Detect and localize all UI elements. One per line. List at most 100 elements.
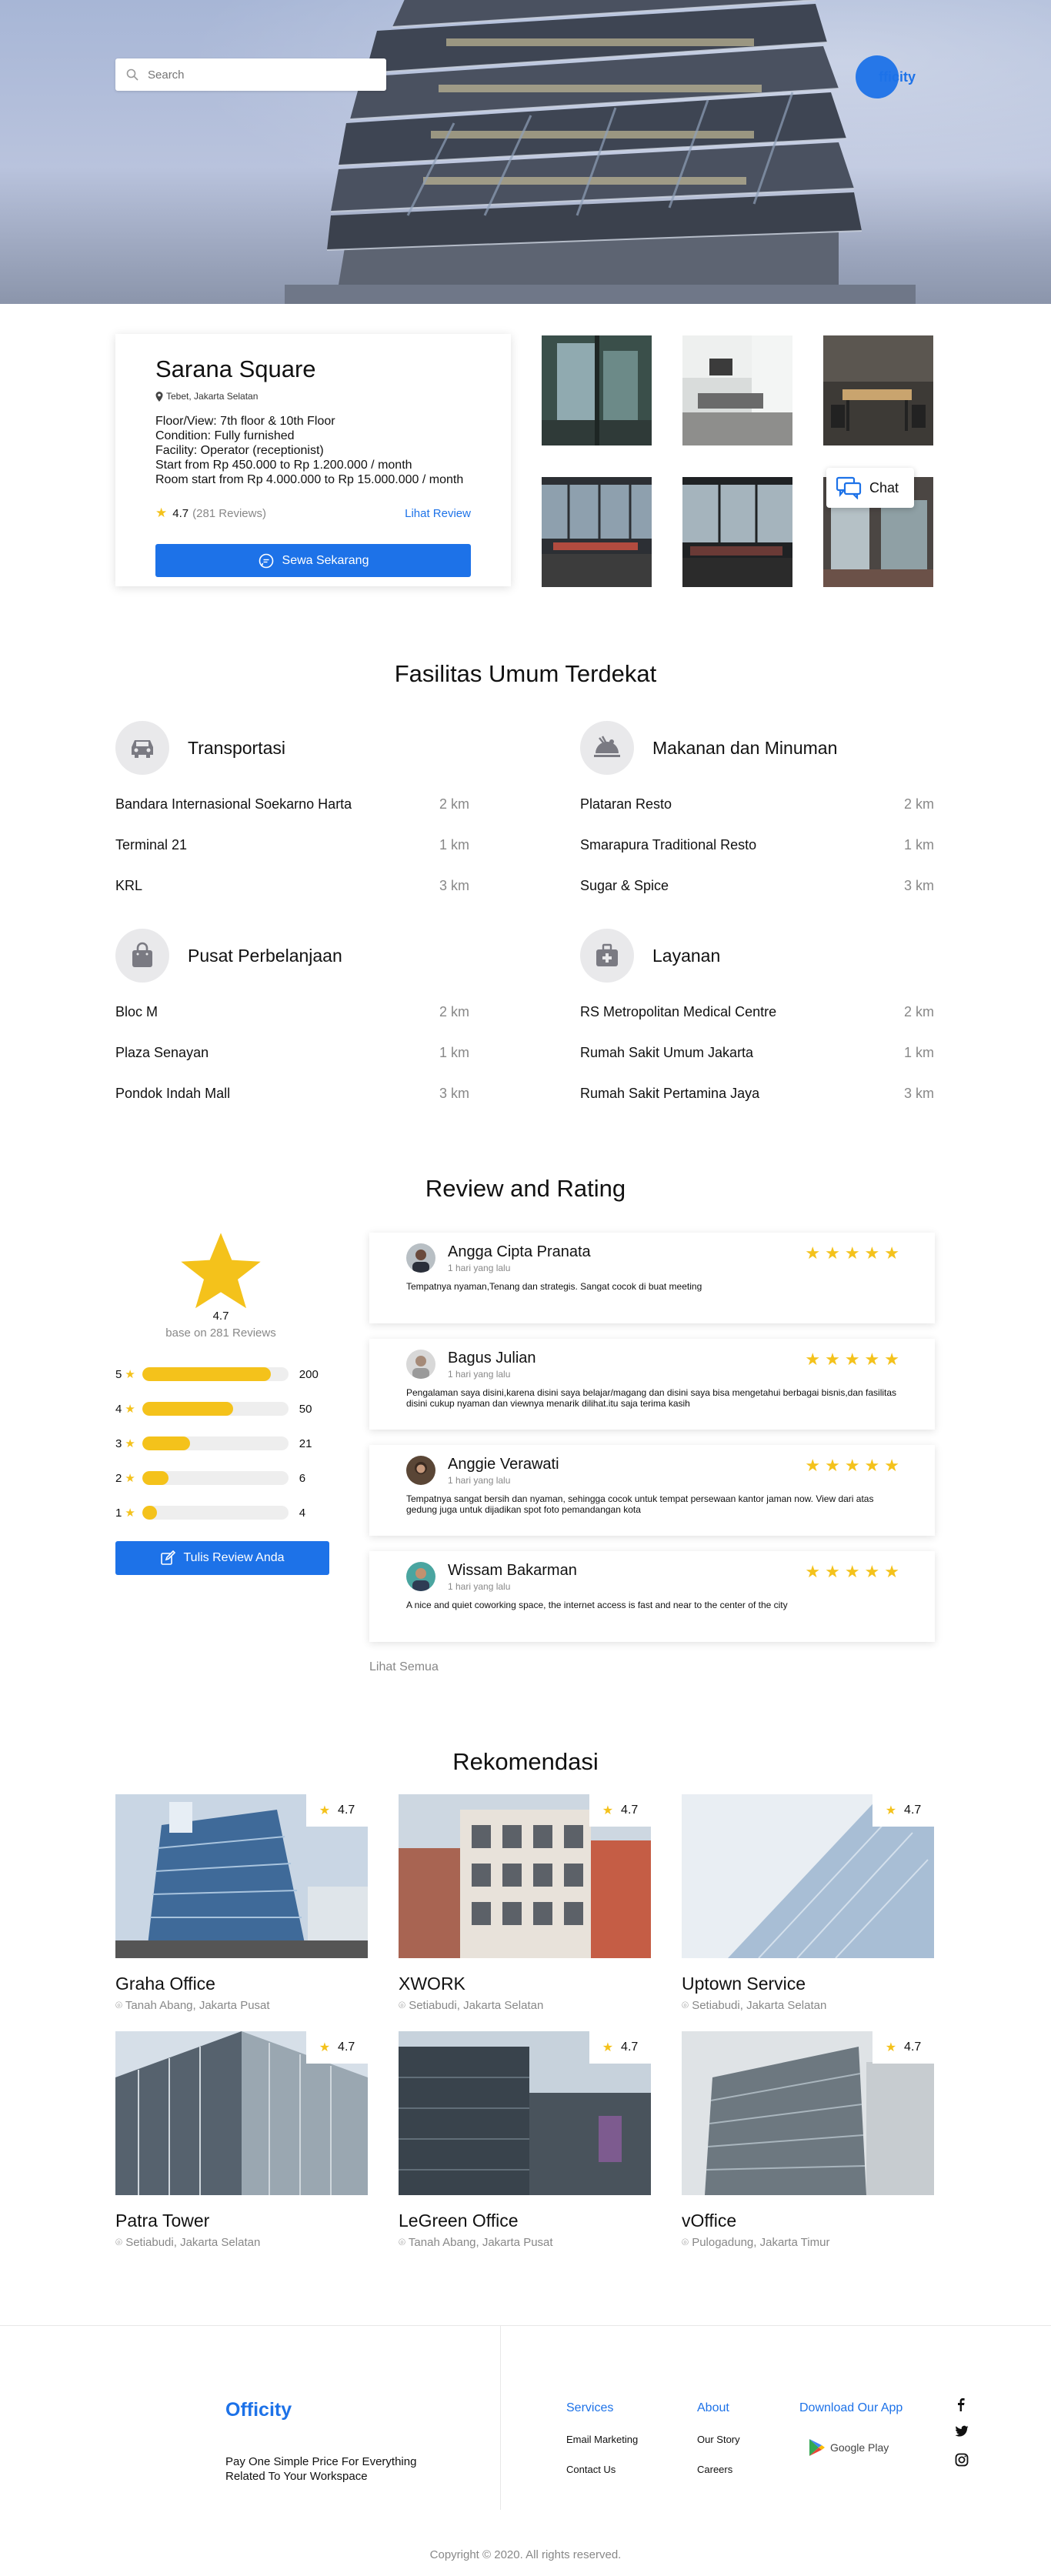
gallery-photo[interactable] (542, 477, 652, 587)
rating-bar-fill (142, 1402, 233, 1416)
brand-logo[interactable]: fficity (856, 55, 916, 98)
recommendation-card[interactable]: ★ 4.7 Patra Tower ⌾ Setiabudi, Jakarta Se… (115, 2031, 368, 2249)
facility-group-services: Layanan RS Metropolitan Medical Centre 2 … (580, 929, 934, 1102)
location-pin-icon: ⌾ (399, 1999, 406, 2012)
average-rating: 4.7 (212, 1310, 229, 1323)
shopping-bag-icon (115, 929, 169, 983)
recommendation-address: ⌾ Setiabudi, Jakarta Selatan (682, 1999, 827, 2012)
google-play-icon (809, 2439, 825, 2456)
detail-line: Start from Rp 450.000 to Rp 1.200.000 / … (155, 459, 412, 472)
recommendation-name: Uptown Service (682, 1974, 806, 1994)
rating-bar-row: 4 ★ 50 (115, 1402, 312, 1416)
gallery-photo[interactable] (682, 335, 792, 445)
reviewer-name: Bagus Julian (448, 1350, 536, 1366)
facility-item: Plaza Senayan 1 km (115, 1045, 469, 1060)
reviewer-name: Anggie Verawati (448, 1456, 559, 1473)
review-card: Anggie Verawati 1 hari yang lalu ★★★★★ Te… (369, 1445, 935, 1536)
rating-bar-row: 1 ★ 4 (115, 1506, 306, 1520)
footer-logo[interactable]: Officity (225, 2399, 292, 2421)
view-review-link[interactable]: Lihat Review (405, 507, 471, 520)
review-text: Tempatnya nyaman,Tenang dan strategis. S… (406, 1281, 702, 1292)
review-card: Wissam Bakarman 1 hari yang lalu ★★★★★ A … (369, 1551, 935, 1642)
footer-link[interactable]: Contact Us (566, 2464, 638, 2475)
avatar (406, 1350, 435, 1379)
chat-icon (836, 476, 862, 499)
rating-base: base on 281 Reviews (165, 1326, 276, 1340)
rating-badge: ★ 4.7 (589, 1794, 651, 1827)
footer-link[interactable]: Our Story (697, 2434, 740, 2445)
hero-banner: fficity (0, 0, 1051, 304)
facility-item: Bandara Internasional Soekarno Harta 2 km (115, 796, 469, 812)
location-pin-icon: ⌾ (682, 2236, 689, 2249)
rating-badge: ★ 4.7 (872, 1794, 934, 1827)
rating-bar (142, 1506, 289, 1520)
rating-bar (142, 1471, 289, 1485)
facility-group-food: Makanan dan Minuman Plataran Resto 2 km S… (580, 721, 934, 894)
gallery-photo[interactable] (682, 477, 792, 587)
google-play-button[interactable]: Google Play (809, 2438, 903, 2457)
google-play-label: Google Play (830, 2441, 889, 2454)
footer-services: Services Email Marketing Contact Us (566, 2401, 638, 2475)
reviewer-name: Angga Cipta Pranata (448, 1243, 591, 1260)
review-time: 1 hari yang lalu (448, 1581, 511, 1592)
rating-bar-fill (142, 1471, 168, 1485)
recommendation-card[interactable]: ★ 4.7 vOffice ⌾ Pulogadung, Jakarta Timur (682, 2031, 934, 2249)
facebook-icon[interactable] (955, 2397, 967, 2415)
search-bar[interactable] (115, 58, 386, 91)
review-card: Bagus Julian 1 hari yang lalu ★★★★★ Penga… (369, 1339, 935, 1430)
review-text: A nice and quiet coworking space, the in… (406, 1600, 788, 1610)
recommendation-photo: ★ 4.7 (682, 1794, 934, 1958)
rating-bar (142, 1367, 289, 1381)
review-time: 1 hari yang lalu (448, 1263, 511, 1273)
recommendation-card[interactable]: ★ 4.7 LeGreen Office ⌾ Tanah Abang, Jakar… (399, 2031, 651, 2249)
search-input[interactable] (148, 68, 363, 82)
search-icon (126, 68, 138, 81)
review-time: 1 hari yang lalu (448, 1475, 511, 1486)
recommendation-photo: ★ 4.7 (399, 2031, 651, 2195)
twitter-icon[interactable] (955, 2425, 969, 2441)
recommendation-card[interactable]: ★ 4.7 Graha Office ⌾ Tanah Abang, Jakarta… (115, 1794, 368, 2012)
footer-link[interactable]: Email Marketing (566, 2434, 638, 2445)
write-review-button[interactable]: Tulis Review Anda (115, 1541, 329, 1575)
property-rating: ★ 4.7 (281 Reviews) Lihat Review (155, 506, 471, 521)
gallery-photo[interactable] (823, 335, 933, 445)
detail-line: Condition: Fully furnished (155, 429, 295, 442)
footer-app-title: Download Our App (799, 2401, 903, 2414)
footer-vertical-divider (500, 2325, 501, 2510)
detail-line: Floor/View: 7th floor & 10th Floor (155, 415, 335, 428)
recommendation-address: ⌾ Pulogadung, Jakarta Timur (682, 2236, 830, 2249)
location-pin-icon: ⌾ (399, 2236, 406, 2249)
footer-divider (0, 2325, 1051, 2326)
chat-button[interactable]: Chat (826, 468, 914, 508)
big-star-icon (181, 1233, 261, 1309)
rent-now-button[interactable]: Sewa Sekarang (155, 544, 471, 577)
footer-tagline: Pay One Simple Price For Everything Rela… (225, 2455, 417, 2483)
recommendation-photo: ★ 4.7 (115, 1794, 368, 1958)
star-icon: ★ (885, 2041, 897, 2054)
rating-bar-fill (142, 1506, 157, 1520)
hero-building-image (285, 0, 916, 304)
star-icon: ★ (125, 1472, 135, 1485)
facility-item: Sugar & Spice 3 km (580, 878, 934, 893)
see-all-reviews-link[interactable]: Lihat Semua (369, 1660, 439, 1674)
rating-bar (142, 1436, 289, 1450)
gallery-photo[interactable] (542, 335, 652, 445)
rating-badge: ★ 4.7 (589, 2031, 651, 2064)
recommendation-photo: ★ 4.7 (682, 2031, 934, 2195)
star-icon: ★ (125, 1403, 135, 1416)
property-card: Sarana Square Tebet, Jakarta Selatan Flo… (115, 334, 511, 586)
recommendation-card[interactable]: ★ 4.7 Uptown Service ⌾ Setiabudi, Jakarta… (682, 1794, 934, 2012)
facility-item: Plataran Resto 2 km (580, 796, 934, 812)
recommendation-card[interactable]: ★ 4.7 XWORK ⌾ Setiabudi, Jakarta Selatan (399, 1794, 651, 2012)
write-review-label: Tulis Review Anda (183, 1551, 285, 1564)
footer-link[interactable]: Careers (697, 2464, 740, 2475)
facility-item: Pondok Indah Mall 3 km (115, 1086, 469, 1101)
star-icon: ★ (125, 1437, 135, 1450)
footer-app: Download Our App Google Play (799, 2401, 903, 2457)
review-card: Angga Cipta Pranata 1 hari yang lalu ★★★★… (369, 1233, 935, 1323)
medical-kit-icon (580, 929, 634, 983)
location-pin-icon: ⌾ (115, 1999, 123, 2012)
instagram-icon[interactable] (955, 2453, 969, 2471)
review-text: Pengalaman saya disini,karena disini say… (406, 1387, 897, 1409)
review-stars: ★★★★★ (805, 1562, 904, 1581)
